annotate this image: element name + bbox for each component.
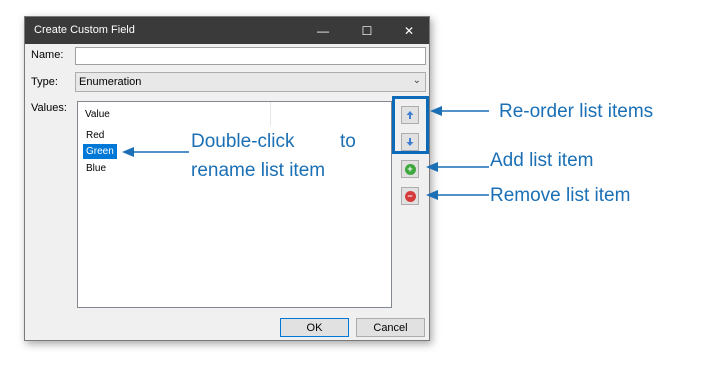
annotation-arrows [122,106,489,200]
remove-annotation: Remove list item [490,185,631,206]
rename-annotation-line1b: to [340,131,356,152]
reorder-annotation: Re-order list items [499,101,654,122]
rename-annotation-line1a: Double-click [191,131,295,152]
rename-annotation-line2: rename list item [191,160,326,181]
add-annotation: Add list item [490,150,594,171]
